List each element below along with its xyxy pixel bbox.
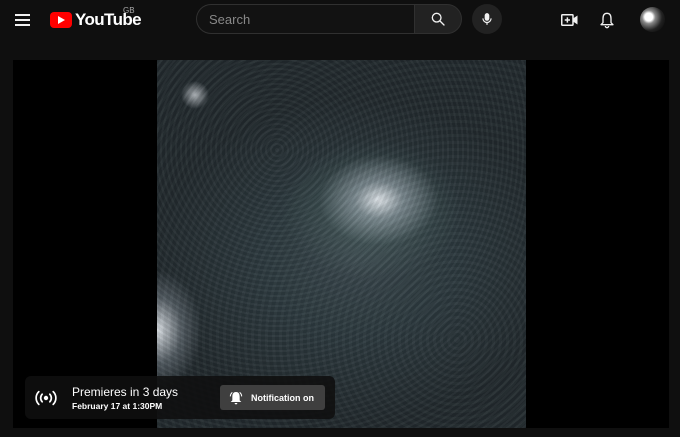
bell-icon <box>600 12 614 29</box>
notifications-button[interactable] <box>595 8 619 32</box>
video-player[interactable] <box>13 60 669 428</box>
top-bar: YouTube GB <box>0 0 680 40</box>
microphone-icon <box>482 13 492 25</box>
search-icon <box>431 12 445 26</box>
search-button[interactable] <box>414 4 462 34</box>
premiere-date: February 17 at 1:30PM <box>72 401 163 411</box>
live-broadcast-icon <box>35 387 57 409</box>
search-input[interactable] <box>196 4 414 34</box>
notification-button[interactable]: Notification on <box>220 385 325 410</box>
hamburger-menu-icon[interactable] <box>10 8 34 32</box>
user-avatar[interactable] <box>640 7 665 32</box>
premiere-banner: Premieres in 3 days February 17 at 1:30P… <box>25 376 335 419</box>
notification-button-label: Notification on <box>251 392 314 403</box>
create-video-icon <box>561 14 578 26</box>
country-code: GB <box>123 6 135 15</box>
youtube-play-icon <box>50 12 72 28</box>
bell-ringing-icon <box>228 390 244 406</box>
search-bar <box>196 4 502 34</box>
voice-search-button[interactable] <box>472 4 502 34</box>
create-button[interactable] <box>558 8 582 32</box>
premiere-title: Premieres in 3 days <box>72 385 179 399</box>
video-thumbnail <box>157 60 526 428</box>
youtube-logo[interactable]: YouTube GB <box>50 6 142 31</box>
